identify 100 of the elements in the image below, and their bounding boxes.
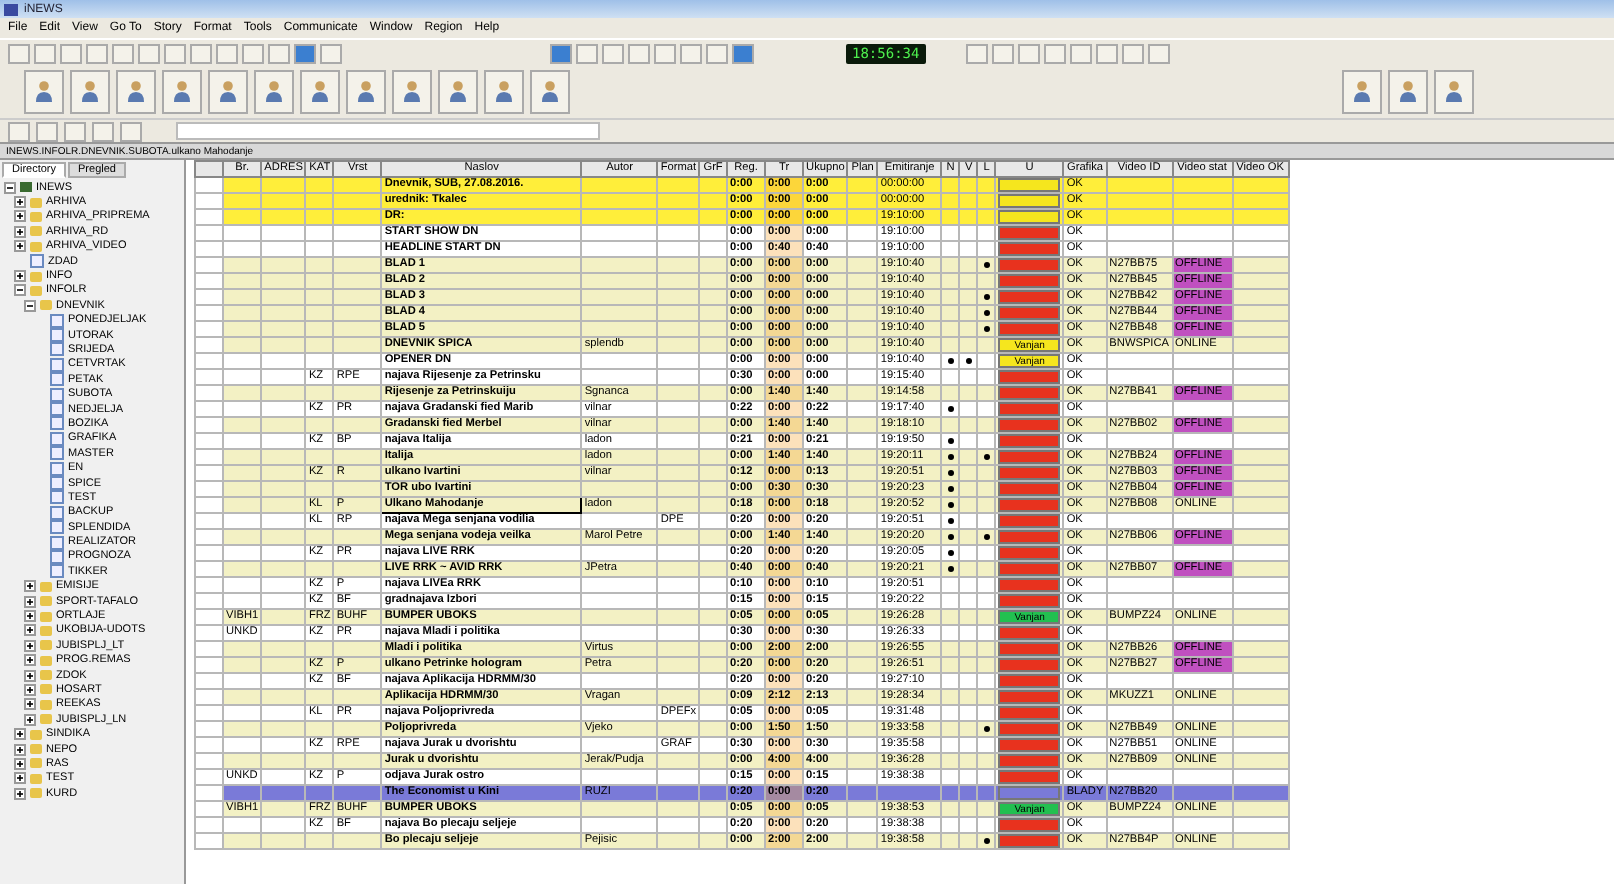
collapse-icon[interactable]	[4, 181, 16, 194]
person-button[interactable]	[530, 70, 570, 114]
collapse-icon[interactable]	[14, 284, 26, 297]
person-button[interactable]	[438, 70, 478, 114]
toolbar-icon[interactable]	[1121, 43, 1144, 63]
person-button[interactable]	[300, 70, 340, 114]
toolbar-icon[interactable]	[164, 43, 186, 63]
person-icon	[540, 80, 560, 104]
dot-icon	[983, 534, 990, 540]
dot-icon	[947, 438, 954, 444]
expand-icon[interactable]	[14, 210, 26, 223]
dot-icon	[947, 534, 954, 540]
person-button[interactable]	[162, 70, 202, 114]
person-icon	[80, 80, 100, 104]
toolbar-icon[interactable]	[120, 121, 142, 141]
person-icon	[310, 80, 330, 104]
toolbar-icon[interactable]	[732, 43, 754, 63]
person-button[interactable]	[70, 70, 110, 114]
toolbar-icon[interactable]	[190, 43, 212, 63]
expand-icon[interactable]	[24, 669, 36, 682]
expand-icon[interactable]	[24, 654, 36, 667]
toolbar-icon[interactable]	[680, 43, 702, 63]
document-icon	[30, 254, 44, 269]
person-button[interactable]	[1342, 70, 1382, 114]
toolbar-icon[interactable]	[60, 43, 82, 63]
toolbar-icon[interactable]	[628, 43, 650, 63]
app-icon	[4, 3, 18, 15]
dot-icon	[947, 406, 954, 412]
toolbar-icon[interactable]	[86, 43, 108, 63]
expand-icon[interactable]	[24, 595, 36, 608]
dot-icon	[947, 486, 954, 492]
person-icon	[126, 80, 146, 104]
toolbar-icon[interactable]	[112, 43, 134, 63]
expand-icon[interactable]	[14, 270, 26, 283]
toolbar-icon[interactable]	[991, 43, 1014, 63]
person-button[interactable]	[392, 70, 432, 114]
toolbar-icon[interactable]	[268, 43, 290, 63]
person-button[interactable]	[254, 70, 294, 114]
toolbar-icon[interactable]	[965, 43, 988, 63]
drive-icon	[20, 182, 32, 193]
expand-icon[interactable]	[24, 624, 36, 637]
toolbar-icon[interactable]	[1069, 43, 1092, 63]
search-field[interactable]	[176, 122, 600, 140]
person-icon	[172, 80, 192, 104]
toolbar-icon[interactable]	[654, 43, 676, 63]
expand-icon[interactable]	[14, 728, 26, 741]
person-button[interactable]	[208, 70, 248, 114]
dot-icon	[947, 518, 954, 524]
expand-icon[interactable]	[24, 698, 36, 711]
person-button[interactable]	[346, 70, 386, 114]
expand-icon[interactable]	[14, 772, 26, 785]
toolbar-icon[interactable]	[550, 43, 572, 63]
toolbar-icon[interactable]	[242, 43, 264, 63]
person-button[interactable]	[1434, 70, 1474, 114]
toolbar-icon[interactable]	[1095, 43, 1118, 63]
person-button[interactable]	[24, 70, 64, 114]
toolbar-icon[interactable]	[576, 43, 598, 63]
expand-icon[interactable]	[24, 713, 36, 726]
toolbar-icon[interactable]	[34, 43, 56, 63]
collapse-icon[interactable]	[24, 299, 36, 312]
toolbar-icon[interactable]	[138, 43, 160, 63]
toolbar-icon[interactable]	[92, 121, 114, 141]
expand-icon[interactable]	[24, 639, 36, 652]
person-icon	[1352, 80, 1372, 104]
toolbar-icon[interactable]	[8, 43, 30, 63]
expand-icon[interactable]	[14, 787, 26, 800]
dot-icon	[983, 726, 990, 732]
toolbar-icon[interactable]	[706, 43, 728, 63]
dot-icon	[947, 454, 954, 460]
person-button[interactable]	[116, 70, 156, 114]
dot-icon	[983, 838, 990, 844]
person-icon	[494, 80, 514, 104]
person-button[interactable]	[1388, 70, 1428, 114]
toolbar-icon[interactable]	[8, 121, 30, 141]
expand-icon[interactable]	[24, 610, 36, 623]
expand-icon[interactable]	[14, 240, 26, 253]
expand-icon[interactable]	[14, 196, 26, 209]
dot-icon	[947, 358, 954, 364]
person-icon	[264, 80, 284, 104]
person-button[interactable]	[484, 70, 524, 114]
toolbar-icon[interactable]	[320, 43, 342, 63]
expand-icon[interactable]	[14, 225, 26, 238]
expand-icon[interactable]	[24, 683, 36, 696]
dot-icon	[947, 502, 954, 508]
expand-icon[interactable]	[14, 743, 26, 756]
toolbar-icon[interactable]	[36, 121, 58, 141]
toolbar-icon[interactable]	[294, 43, 316, 63]
expand-icon[interactable]	[24, 580, 36, 593]
dot-icon	[983, 454, 990, 460]
toolbar-icon[interactable]	[64, 121, 86, 141]
toolbar-icon[interactable]	[1043, 43, 1066, 63]
toolbar-icon[interactable]	[1147, 43, 1170, 63]
person-icon	[1398, 80, 1418, 104]
toolbar-icon[interactable]	[602, 43, 624, 63]
person-icon	[402, 80, 422, 104]
toolbar-icon[interactable]	[216, 43, 238, 63]
person-icon	[218, 80, 238, 104]
person-icon	[1444, 80, 1464, 104]
expand-icon[interactable]	[14, 757, 26, 770]
toolbar-icon[interactable]	[1017, 43, 1040, 63]
